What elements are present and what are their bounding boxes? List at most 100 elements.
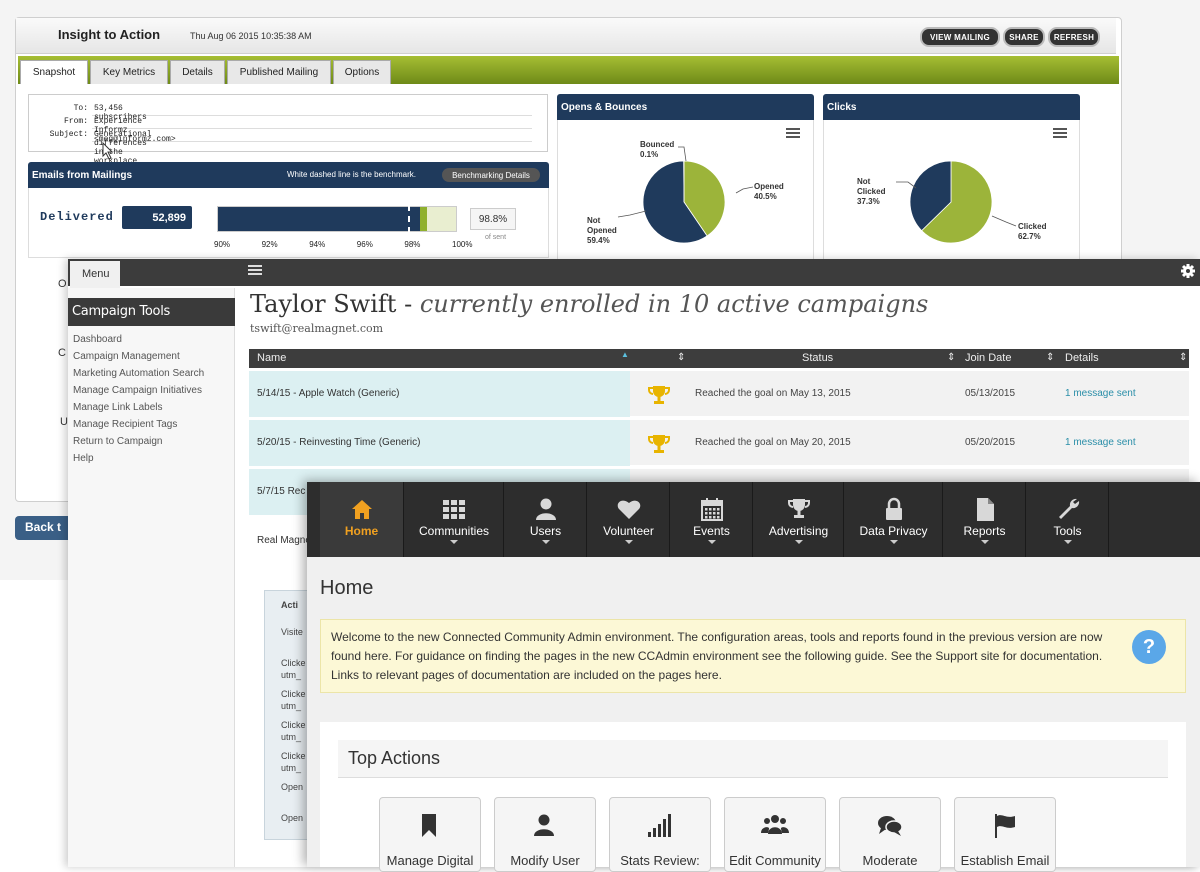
clicks-menu-icon[interactable] [1053, 128, 1067, 138]
opens-menu-icon[interactable] [786, 128, 800, 138]
action-row: Clicke utm_ [281, 688, 307, 712]
sidebar-link-manage-campaign-initiatives[interactable]: Manage Campaign Initiatives [73, 385, 202, 396]
action-moderate-button[interactable]: Moderate [839, 797, 941, 872]
delivered-bar-fill [218, 207, 420, 231]
opens-panel-title: Opens & Bounces [561, 102, 647, 113]
nav-data-privacy[interactable]: Data Privacy [845, 482, 943, 557]
action-label: Edit Community [725, 853, 825, 868]
nav-label: Events [671, 524, 752, 538]
col-name[interactable]: Name [257, 352, 286, 364]
help-icon[interactable]: ? [1132, 630, 1166, 664]
top-actions-title: Top Actions [338, 740, 1168, 778]
col-status[interactable]: Status [802, 352, 833, 364]
sidebar-link-help[interactable]: Help [73, 453, 94, 464]
nav-reports[interactable]: Reports [944, 482, 1026, 557]
action-label: Stats Review: [610, 853, 710, 868]
benchmarking-details-button[interactable]: Benchmarking Details [442, 168, 540, 182]
nav-advertising[interactable]: Advertising [754, 482, 844, 557]
action-label: Modify User [495, 853, 595, 868]
campaign-hamburger-icon[interactable] [248, 265, 262, 275]
partial-label-o: O [58, 278, 67, 290]
tab-snapshot[interactable]: Snapshot [20, 60, 88, 84]
nav-label: Tools [1027, 524, 1108, 538]
back-button[interactable]: Back t [15, 516, 75, 540]
clicks-panel-title: Clicks [827, 102, 856, 113]
nav-events[interactable]: Events [671, 482, 753, 557]
sort-icon[interactable]: ⇕ [947, 352, 955, 363]
view-mailing-button[interactable]: VIEW MAILING [920, 27, 1000, 47]
file-icon [972, 496, 998, 522]
nav-home[interactable]: Home [320, 482, 404, 557]
campaign-topbar [68, 259, 1200, 286]
action-manage-digital-button[interactable]: Manage Digital [379, 797, 481, 872]
wrench-icon [1055, 496, 1081, 522]
table-row[interactable]: 5/14/15 - Apple Watch (Generic) Reached … [249, 371, 1189, 417]
nav-volunteer[interactable]: Volunteer [588, 482, 670, 557]
sort-asc-icon[interactable]: ▲ [621, 350, 629, 359]
of-sent-label: of sent [485, 234, 506, 241]
sidebar-link-return-to-campaign[interactable]: Return to Campaign [73, 436, 163, 447]
row-details-link[interactable]: 1 message sent [1065, 388, 1136, 399]
sort-icon[interactable]: ⇕ [1046, 352, 1054, 363]
chevron-down-icon [542, 540, 550, 544]
action-label: Manage Digital [380, 853, 480, 868]
sidebar-link-campaign-management[interactable]: Campaign Management [73, 351, 180, 362]
chevron-down-icon [981, 540, 989, 544]
share-button[interactable]: SHARE [1003, 27, 1045, 47]
action-label: Moderate [840, 853, 940, 868]
chevron-down-icon [450, 540, 458, 544]
row-name[interactable]: 5/14/15 - Apple Watch (Generic) [249, 371, 630, 417]
nav-tools[interactable]: Tools [1027, 482, 1109, 557]
refresh-button[interactable]: REFRESH [1048, 27, 1100, 47]
tab-details[interactable]: Details [170, 60, 225, 84]
campaign-table-header: Name ▲ ⇕ Status ⇕ Join Date ⇕ Details ⇕ [249, 349, 1189, 368]
action-stats-review-button[interactable]: Stats Review: [609, 797, 711, 872]
sidebar-link-dashboard[interactable]: Dashboard [73, 334, 122, 345]
insight-datetime: Thu Aug 06 2015 10:35:38 AM [190, 31, 312, 41]
tab-published-mailing[interactable]: Published Mailing [227, 60, 331, 84]
nav-label: Advertising [754, 524, 843, 538]
enrolled-summary: currently enrolled in 10 active campaign… [420, 290, 929, 318]
mail-to-label: To: [28, 104, 88, 113]
settings-gear-icon[interactable] [1180, 263, 1196, 279]
subscriber-name: Taylor Swift [250, 290, 396, 318]
user-icon [533, 496, 559, 522]
opens-leader-lines [560, 135, 760, 235]
nav-label: Reports [944, 524, 1025, 538]
col-join-date[interactable]: Join Date [965, 352, 1011, 364]
mouse-cursor-icon [102, 142, 114, 160]
sort-icon[interactable]: ⇕ [677, 352, 685, 363]
sort-icon[interactable]: ⇕ [1179, 352, 1187, 363]
sidebar-link-marketing-automation-search[interactable]: Marketing Automation Search [73, 368, 204, 379]
tab-key-metrics[interactable]: Key Metrics [90, 60, 168, 84]
menu-tab[interactable]: Menu [70, 261, 120, 288]
user-icon [531, 812, 559, 840]
row-join-date: 05/13/2015 [965, 388, 1015, 399]
partial-label-u: U [60, 416, 68, 428]
page-title: Home [320, 577, 373, 600]
axis-tick-label: 100% [452, 240, 472, 249]
action-establish-email-button[interactable]: Establish Email [954, 797, 1056, 872]
row-details-link[interactable]: 1 message sent [1065, 437, 1136, 448]
row-name[interactable]: 5/20/15 - Reinvesting Time (Generic) [249, 420, 630, 466]
sidebar-link-manage-recipient-tags[interactable]: Manage Recipient Tags [73, 419, 177, 430]
nav-label: Users [505, 524, 586, 538]
nav-communities[interactable]: Communities [405, 482, 504, 557]
action-row: Open [281, 781, 307, 793]
partial-label-c: C [58, 347, 66, 359]
col-details[interactable]: Details [1065, 352, 1099, 364]
table-row[interactable]: 5/20/15 - Reinvesting Time (Generic) Rea… [249, 420, 1189, 466]
delivered-value: 52,899 [122, 206, 192, 229]
opens-panel-header: Opens & Bounces [557, 94, 814, 120]
benchmark-line [408, 205, 410, 233]
sidebar-link-manage-link-labels[interactable]: Manage Link Labels [73, 402, 163, 413]
delivered-bar-highlight [420, 207, 427, 231]
tab-options[interactable]: Options [333, 60, 391, 84]
heart-icon [616, 496, 642, 522]
axis-tick-label: 94% [309, 240, 325, 249]
nav-users[interactable]: Users [505, 482, 587, 557]
subscriber-email: tswift@realmagnet.com [250, 322, 383, 335]
subscriber-heading: Taylor Swift - currently enrolled in 10 … [250, 290, 928, 318]
action-edit-community-button[interactable]: Edit Community [724, 797, 826, 872]
action-modify-user-button[interactable]: Modify User [494, 797, 596, 872]
